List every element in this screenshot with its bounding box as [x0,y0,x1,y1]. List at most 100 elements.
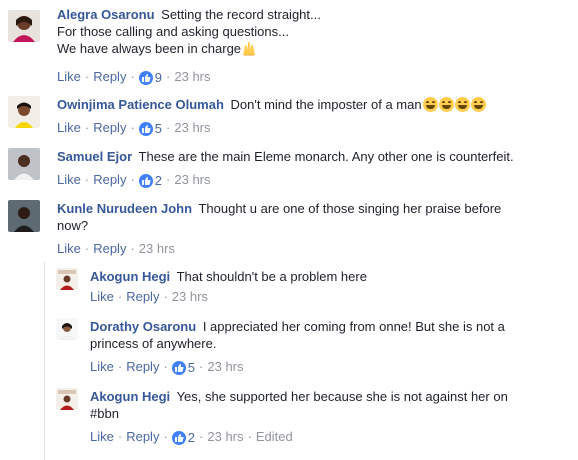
separator: · [130,172,135,187]
like-link[interactable]: Like [90,289,114,304]
like-link[interactable]: Like [57,172,81,187]
separator: · [166,172,171,187]
avatar[interactable] [8,96,40,128]
reply-body: Akogun Hegi Yes, she supported her becau… [90,388,576,446]
thumbs-up-icon [138,121,153,136]
reaction-summary[interactable]: 9 [138,69,163,87]
timestamp[interactable]: 23 hrs [174,172,210,187]
reaction-count: 2 [187,429,196,445]
reaction-summary[interactable]: 5 [138,120,163,138]
comment-actions: Like · Reply · 5 · 23 hrs [57,119,577,137]
like-link[interactable]: Like [57,69,81,84]
comment-actions: Like · Reply · 2 · 23 hrs · Edited [90,428,576,446]
reply-link[interactable]: Reply [126,289,159,304]
commenter-name[interactable]: Owinjima Patience Olumah [57,97,224,112]
comment: Owinjima Patience Olumah Don't mind the … [8,92,578,136]
avatar[interactable] [8,200,40,232]
comment-text: Thought u are one of those singing her p… [198,201,502,216]
timestamp[interactable]: 23 hrs [139,241,175,256]
like-link[interactable]: Like [57,241,81,256]
commenter-name[interactable]: Kunle Nurudeen John [57,201,192,216]
reaction-summary[interactable]: 2 [138,172,163,190]
replies-thread-line [44,262,45,460]
commenter-name[interactable]: Akogun Hegi [90,389,170,404]
timestamp[interactable]: 23 hrs [174,69,210,84]
separator: · [247,429,252,444]
separator: · [163,289,168,304]
separator: · [117,289,123,304]
avatar[interactable] [8,148,40,180]
timestamp[interactable]: 23 hrs [207,359,243,374]
avatar[interactable] [8,10,40,42]
laughing-face-icon [422,97,438,112]
avatar[interactable] [56,268,78,290]
reply-link[interactable]: Reply [93,172,126,187]
separator: · [166,120,171,135]
reaction-count: 2 [154,172,163,188]
comment: Samuel Ejor These are the main Eleme mon… [8,144,578,188]
comment-body: Owinjima Patience Olumah Don't mind the … [57,96,577,137]
comment: Alegra Osaronu Setting the record straig… [8,4,578,88]
separator: · [163,359,168,374]
comment-body: Alegra Osaronu Setting the record straig… [57,6,577,86]
thumbs-up-icon [138,173,153,188]
avatar[interactable] [56,388,78,410]
reply-link[interactable]: Reply [126,429,159,444]
separator: · [117,359,123,374]
comment-actions: Like · Reply · 9 · 23 hrs [57,68,577,86]
comment-text: Yes, she supported her because she is no… [176,389,508,404]
comment-text: These are the main Eleme monarch. Any ot… [138,149,514,164]
commenter-name[interactable]: Dorathy Osaronu [90,319,196,334]
edited-label[interactable]: Edited [256,429,293,444]
timestamp[interactable]: 23 hrs [207,429,243,444]
separator: · [166,69,171,84]
separator: · [130,120,135,135]
comment: Kunle Nurudeen John Thought u are one of… [8,196,578,260]
reaction-count: 9 [154,69,163,85]
comment-text: princess of anywhere. [90,336,217,351]
laughing-face-icon [438,97,454,112]
separator: · [117,429,123,444]
laughing-face-icon [454,97,470,112]
reply-body: Akogun Hegi That shouldn't be a problem … [90,268,576,306]
separator: · [199,429,204,444]
comment-actions: Like · Reply · 23 hrs [57,240,577,258]
reply: Akogun Hegi Yes, she supported her becau… [56,384,578,454]
comment-actions: Like · Reply · 5 · 23 hrs [90,358,576,376]
comment-text: That shouldn't be a problem here [176,269,367,284]
separator: · [84,241,90,256]
comment-body: Kunle Nurudeen John Thought u are one of… [57,200,577,258]
like-link[interactable]: Like [90,429,114,444]
reply-link[interactable]: Reply [93,69,126,84]
comment-text: We have always been in charge [57,41,242,56]
reply-link[interactable]: Reply [126,359,159,374]
comment-actions: Like · Reply · 2 · 23 hrs [57,171,577,189]
comment-text: Setting the record straight... [161,7,321,22]
like-link[interactable]: Like [90,359,114,374]
like-link[interactable]: Like [57,120,81,135]
separator: · [84,120,90,135]
reaction-count: 5 [154,120,163,136]
separator: · [130,69,135,84]
thumbs-up-icon [138,70,153,85]
reaction-summary[interactable]: 2 [171,429,196,447]
reply-body: Dorathy Osaronu I appreciated her coming… [90,318,576,376]
comment-text: For those calling and asking questions..… [57,24,289,39]
reaction-summary[interactable]: 5 [171,359,195,377]
timestamp[interactable]: 23 hrs [174,120,210,135]
separator: · [84,172,90,187]
avatar[interactable] [56,318,78,340]
commenter-name[interactable]: Alegra Osaronu [57,7,155,22]
thumbs-up-icon [171,360,186,375]
thumbs-up-icon [171,430,186,445]
comment-actions: Like · Reply · 23 hrs [90,288,576,306]
comment-body: Samuel Ejor These are the main Eleme mon… [57,148,577,189]
commenter-name[interactable]: Akogun Hegi [90,269,170,284]
reply-link[interactable]: Reply [93,120,126,135]
reply: Akogun Hegi That shouldn't be a problem … [56,264,578,308]
commenter-name[interactable]: Samuel Ejor [57,149,132,164]
timestamp[interactable]: 23 hrs [172,289,208,304]
reply-link[interactable]: Reply [93,241,126,256]
laughing-face-icon [470,97,486,112]
separator: · [163,429,168,444]
